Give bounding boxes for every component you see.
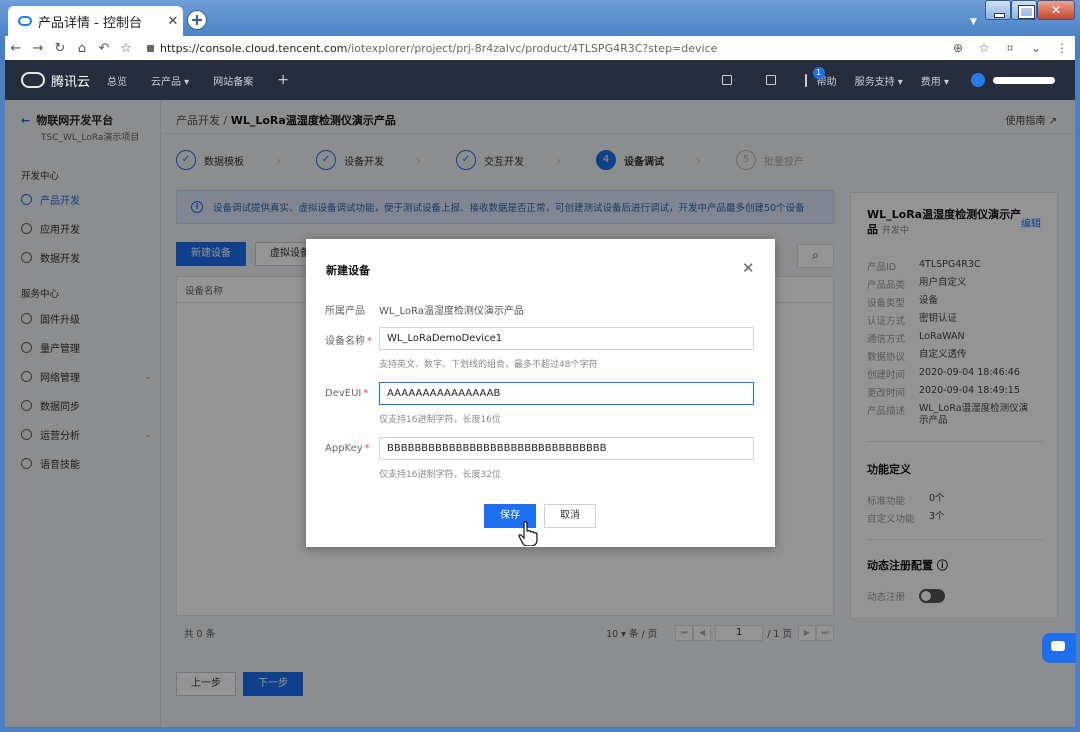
bookmark-star-icon[interactable]: ☆ bbox=[115, 41, 137, 56]
zoom-icon[interactable]: ⊕ bbox=[945, 41, 971, 56]
undo-icon[interactable]: ↶ bbox=[93, 41, 115, 56]
url-path: /iotexplorer/project/prj-8r4zalvc/produc… bbox=[347, 41, 718, 55]
required-mark: * bbox=[363, 388, 369, 399]
qrcode-icon[interactable] bbox=[721, 75, 732, 85]
menu-kebab-icon[interactable]: ⋮ bbox=[1049, 41, 1075, 56]
nav-products[interactable]: 云产品 ▾ bbox=[151, 73, 189, 88]
label-text: AppKey bbox=[325, 443, 363, 454]
device-name-hint: 支持英文、数字、下划线的组合，最多不超过48个字符 bbox=[379, 360, 598, 370]
extension-chevron-icon[interactable]: ⌄ bbox=[1023, 41, 1049, 56]
cloud-logo-icon bbox=[21, 72, 45, 88]
nav-overview[interactable]: 总览 bbox=[107, 73, 127, 88]
appkey-input[interactable]: BBBBBBBBBBBBBBBBBBBBBBBBBBBBBBBB bbox=[379, 437, 754, 460]
nav-icp[interactable]: 网站备案 bbox=[213, 73, 253, 88]
favorite-star-icon[interactable]: ☆ bbox=[971, 41, 997, 56]
nav-support[interactable]: 服务支持 ▾ bbox=[855, 73, 903, 88]
device-name-input[interactable]: WL_LoRaDemoDevice1 bbox=[379, 327, 754, 350]
tab-strip: 产品详情 - 控制台 ✕ + ▼ ✕ bbox=[0, 0, 1080, 36]
appkey-hint: 仅支持16进制字符，长度32位 bbox=[379, 470, 501, 480]
reload-icon[interactable]: ↻ bbox=[49, 41, 71, 56]
new-tab-button[interactable]: + bbox=[187, 10, 207, 30]
new-device-dialog: 新建设备 ✕ 所属产品 WL_LoRa温湿度检测仪演示产品 设备名称 * WL_L… bbox=[306, 239, 775, 547]
url-field[interactable]: https://console.cloud.tencent.com/iotexp… bbox=[147, 42, 945, 55]
product-label: 所属产品 bbox=[325, 306, 365, 317]
crop-icon[interactable]: ⌗ bbox=[997, 41, 1023, 56]
tab-title: 产品详情 - 控制台 bbox=[38, 15, 142, 31]
lock-icon bbox=[147, 44, 154, 52]
document-icon[interactable] bbox=[765, 75, 776, 85]
window-maximize-button[interactable] bbox=[1011, 0, 1037, 20]
back-arrow-icon[interactable]: ← bbox=[5, 41, 27, 56]
tab-close-icon[interactable]: ✕ bbox=[163, 14, 183, 29]
mail-button[interactable]: 1 bbox=[804, 66, 825, 87]
required-mark: * bbox=[364, 443, 370, 454]
close-icon[interactable]: ✕ bbox=[742, 259, 755, 277]
label-text: DevEUI bbox=[325, 388, 362, 399]
window-close-button[interactable]: ✕ bbox=[1037, 0, 1075, 20]
deveui-hint: 仅支持16进制字符，长度16位 bbox=[379, 415, 501, 425]
deveui-input[interactable]: AAAAAAAAAAAAAAAB bbox=[379, 382, 754, 405]
device-name-label: 设备名称 * bbox=[325, 332, 372, 347]
tencent-cloud-logo[interactable]: 腾讯云 bbox=[5, 71, 107, 90]
required-mark: * bbox=[367, 336, 372, 347]
hand-pointer-cursor-icon bbox=[518, 521, 538, 546]
add-shortcut-icon[interactable]: + bbox=[277, 72, 289, 88]
home-icon[interactable]: ⌂ bbox=[71, 41, 93, 56]
browser-tab[interactable]: 产品详情 - 控制台 ✕ bbox=[8, 6, 183, 36]
deveui-label: DevEUI * bbox=[325, 388, 368, 399]
avatar[interactable] bbox=[971, 73, 985, 87]
mail-badge: 1 bbox=[812, 66, 825, 79]
product-value: WL_LoRa温湿度检测仪演示产品 bbox=[379, 306, 524, 317]
dialog-title: 新建设备 bbox=[326, 264, 370, 277]
console-header: 腾讯云 总览 云产品 ▾ 网站备案 + 1 帮助 服务支持 ▾ 费用 ▾ bbox=[5, 60, 1075, 100]
logo-text: 腾讯云 bbox=[51, 74, 91, 90]
url-host: https://console.cloud.tencent.com bbox=[160, 41, 348, 55]
redacted-username[interactable] bbox=[993, 76, 1055, 84]
address-bar: ← → ↻ ⌂ ↶ ☆ https://console.cloud.tencen… bbox=[5, 36, 1075, 60]
chat-support-button[interactable] bbox=[1042, 633, 1076, 663]
cancel-button[interactable]: 取消 bbox=[544, 504, 596, 528]
label-text: 设备名称 bbox=[325, 336, 365, 347]
tencent-cloud-favicon-icon bbox=[18, 16, 32, 26]
nav-billing[interactable]: 费用 ▾ bbox=[921, 73, 949, 88]
browser-window: 产品详情 - 控制台 ✕ + ▼ ✕ ← → ↻ ⌂ ↶ ☆ https://c… bbox=[0, 0, 1080, 732]
forward-arrow-icon[interactable]: → bbox=[27, 41, 49, 56]
tab-search-chevron-icon[interactable]: ▼ bbox=[970, 17, 977, 27]
window-minimize-button[interactable] bbox=[985, 0, 1011, 20]
appkey-label: AppKey * bbox=[325, 443, 370, 454]
mail-icon bbox=[804, 73, 807, 87]
